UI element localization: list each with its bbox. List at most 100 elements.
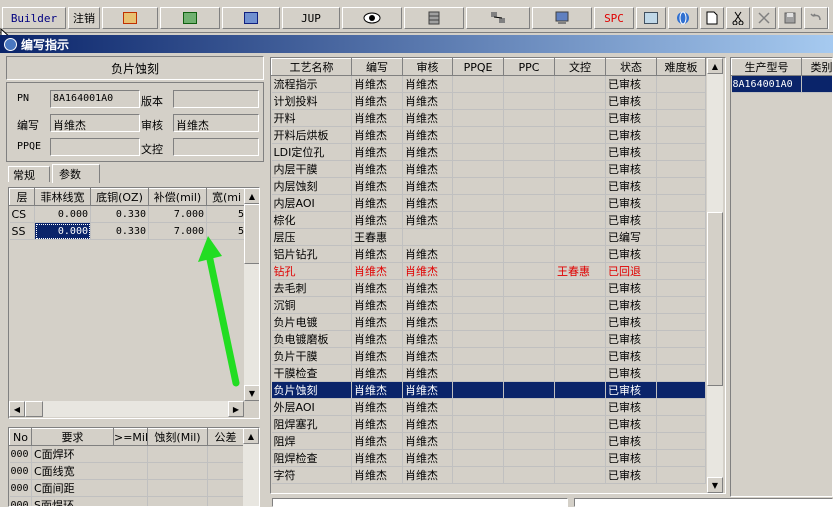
table-row[interactable]: 铝片钻孔 肖维杰 肖维杰 已审核 xyxy=(271,245,706,263)
web-button[interactable] xyxy=(668,7,698,29)
process-cell[interactable] xyxy=(656,194,706,212)
table-row[interactable]: 内层干膜 肖维杰 肖维杰 已审核 xyxy=(271,160,706,178)
process-cell[interactable]: 已回退 xyxy=(605,262,657,280)
process-cell[interactable] xyxy=(452,194,504,212)
network-button[interactable] xyxy=(466,7,530,29)
process-cell[interactable]: 肖维杰 xyxy=(402,177,453,195)
process-cell[interactable] xyxy=(554,160,606,178)
process-cell[interactable]: 负片蚀刻 xyxy=(271,381,352,399)
bottom-field-1[interactable] xyxy=(272,498,568,507)
table-row[interactable]: 000 C面焊环 xyxy=(9,445,244,463)
process-cell[interactable]: 负片电镀 xyxy=(271,313,352,331)
process-cell[interactable]: 肖维杰 xyxy=(351,330,403,348)
process-cell[interactable]: 已审核 xyxy=(605,296,657,314)
process-cell[interactable]: 已审核 xyxy=(605,279,657,297)
process-cell[interactable] xyxy=(554,143,606,161)
process-cell[interactable]: 铝片钻孔 xyxy=(271,245,352,263)
process-cell[interactable]: 负片干膜 xyxy=(271,347,352,365)
col-tolerance[interactable]: 公差 xyxy=(207,428,244,446)
word-button[interactable] xyxy=(222,7,280,29)
table-row[interactable]: 负电镀磨板 肖维杰 肖维杰 已审核 xyxy=(271,330,706,348)
process-cell[interactable] xyxy=(452,398,504,416)
process-cell[interactable]: 肖维杰 xyxy=(402,92,453,110)
process-cell[interactable]: 肖维杰 xyxy=(351,109,403,127)
undo-button[interactable] xyxy=(804,7,828,29)
bottom-field-2[interactable] xyxy=(574,498,833,507)
scroll-right-icon[interactable]: ▶ xyxy=(228,401,244,417)
process-cell[interactable]: 已审核 xyxy=(605,381,657,399)
process-cell[interactable] xyxy=(656,245,706,263)
process-cell[interactable]: 肖维杰 xyxy=(351,194,403,212)
excel-button[interactable] xyxy=(160,7,220,29)
process-cell[interactable] xyxy=(554,279,606,297)
process-cell[interactable] xyxy=(503,143,555,161)
process-cell[interactable] xyxy=(452,364,504,382)
process-cell[interactable]: 肖维杰 xyxy=(351,279,403,297)
process-cell[interactable] xyxy=(452,466,504,484)
process-cell[interactable]: 肖维杰 xyxy=(351,262,403,280)
process-cell[interactable]: 已审核 xyxy=(605,143,657,161)
author-field[interactable]: 肖维杰 xyxy=(50,114,140,132)
process-cell[interactable] xyxy=(554,313,606,331)
process-cell[interactable] xyxy=(503,228,555,246)
table-row[interactable]: 负片电镀 肖维杰 肖维杰 已审核 xyxy=(271,313,706,331)
table-row[interactable]: 内层AOI 肖维杰 肖维杰 已审核 xyxy=(271,194,706,212)
col-compensation[interactable]: 补偿(mil) xyxy=(148,188,207,206)
process-cell[interactable] xyxy=(656,262,706,280)
process-cell[interactable]: 肖维杰 xyxy=(351,160,403,178)
process-cell[interactable]: 肖维杰 xyxy=(351,211,403,229)
process-cell[interactable] xyxy=(656,92,706,110)
scroll-thumb[interactable] xyxy=(25,401,43,417)
process-cell[interactable] xyxy=(452,415,504,433)
review-field[interactable]: 肖维杰 xyxy=(173,114,259,132)
process-cell[interactable]: 肖维杰 xyxy=(351,245,403,263)
process-cell[interactable] xyxy=(656,398,706,416)
col-layer[interactable]: 层 xyxy=(9,188,35,206)
process-cell[interactable]: 已审核 xyxy=(605,432,657,450)
process-cell[interactable] xyxy=(554,381,606,399)
scroll-thumb[interactable] xyxy=(707,212,723,386)
table-row[interactable]: 负片干膜 肖维杰 肖维杰 已审核 xyxy=(271,347,706,365)
process-cell[interactable]: 肖维杰 xyxy=(402,109,453,127)
process-cell[interactable] xyxy=(503,177,555,195)
delete-button[interactable] xyxy=(752,7,776,29)
table-row[interactable]: 开料 肖维杰 肖维杰 已审核 xyxy=(271,109,706,127)
col-author[interactable]: 编写 xyxy=(351,58,403,76)
process-cell[interactable]: 阻焊塞孔 xyxy=(271,415,352,433)
process-cell[interactable]: 肖维杰 xyxy=(351,466,403,484)
process-cell[interactable] xyxy=(656,279,706,297)
process-cell[interactable]: 肖维杰 xyxy=(402,313,453,331)
process-cell[interactable] xyxy=(554,92,606,110)
process-cell[interactable]: 肖维杰 xyxy=(402,211,453,229)
col-base-copper[interactable]: 底铜(OZ) xyxy=(90,188,149,206)
process-cell[interactable] xyxy=(656,347,706,365)
process-cell[interactable]: 肖维杰 xyxy=(351,364,403,382)
scroll-up-icon[interactable]: ▲ xyxy=(244,188,259,204)
process-cell[interactable] xyxy=(452,296,504,314)
process-cell[interactable]: 肖维杰 xyxy=(351,313,403,331)
process-vscroll[interactable]: ▲ ▼ xyxy=(707,58,723,493)
process-cell[interactable]: 肖维杰 xyxy=(402,381,453,399)
process-cell[interactable]: 已审核 xyxy=(605,194,657,212)
process-cell[interactable]: 已审核 xyxy=(605,160,657,178)
process-cell[interactable] xyxy=(503,415,555,433)
table-row[interactable]: CS 0.000 0.330 7.000 5 xyxy=(9,205,247,223)
process-cell[interactable] xyxy=(656,364,706,382)
new-button[interactable] xyxy=(700,7,724,29)
scroll-down-icon[interactable]: ▼ xyxy=(244,385,259,401)
col-ppc[interactable]: PPC xyxy=(503,58,555,76)
process-cell[interactable]: 已审核 xyxy=(605,347,657,365)
table-row[interactable]: 沉铜 肖维杰 肖维杰 已审核 xyxy=(271,296,706,314)
process-cell[interactable] xyxy=(554,211,606,229)
process-cell[interactable] xyxy=(554,296,606,314)
process-cell[interactable] xyxy=(554,432,606,450)
table-row[interactable]: 内层蚀刻 肖维杰 肖维杰 已审核 xyxy=(271,177,706,195)
process-cell[interactable] xyxy=(656,126,706,144)
process-cell[interactable] xyxy=(554,228,606,246)
process-cell[interactable]: 肖维杰 xyxy=(351,143,403,161)
process-cell[interactable]: 已审核 xyxy=(605,330,657,348)
process-cell[interactable]: 王春惠 xyxy=(554,262,606,280)
process-cell[interactable]: 计划投料 xyxy=(271,92,352,110)
table-row[interactable]: 计划投料 肖维杰 肖维杰 已审核 xyxy=(271,92,706,110)
process-cell[interactable] xyxy=(452,432,504,450)
